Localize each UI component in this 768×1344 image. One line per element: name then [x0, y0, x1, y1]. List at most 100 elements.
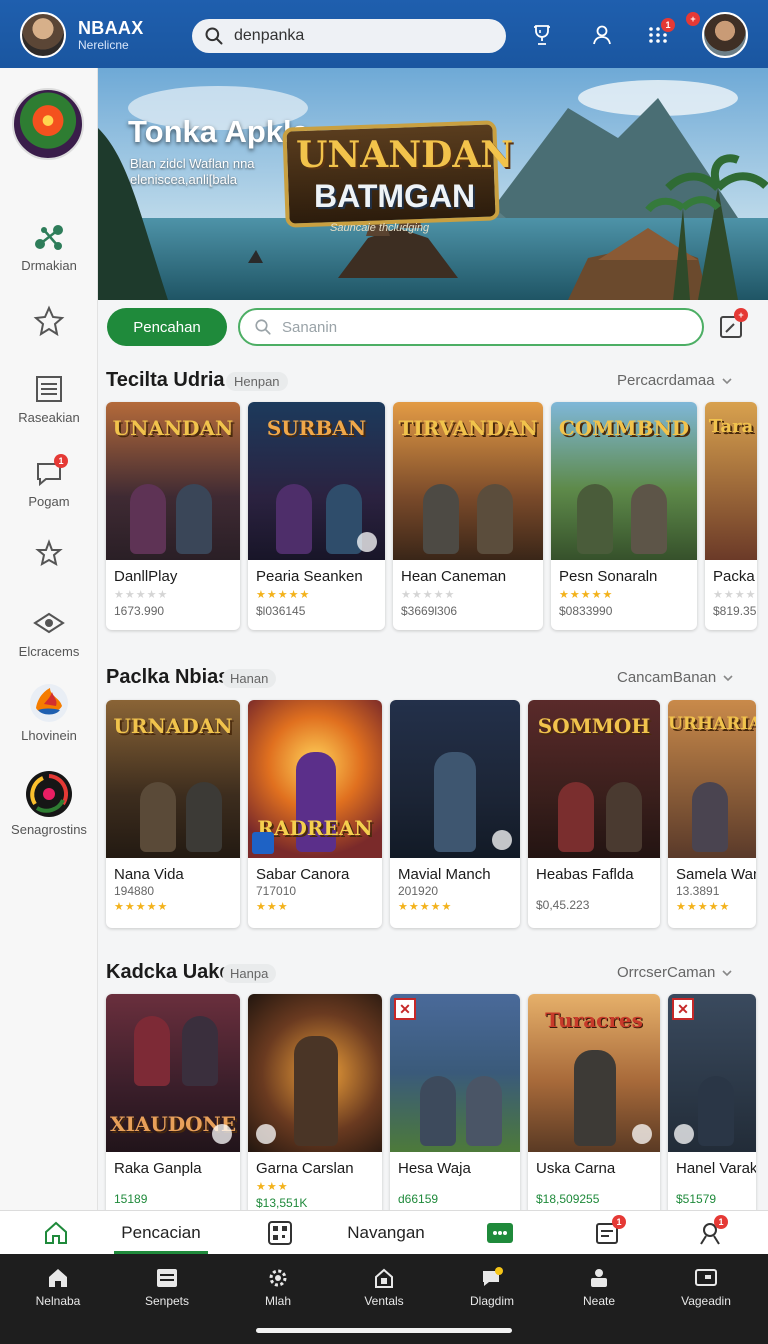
game-card[interactable]: URNADAN Nana Vida 194880 ★★★★★: [106, 700, 240, 928]
section-1-see-more[interactable]: Percacrdamaa: [617, 372, 733, 389]
nav-item-nelnaba[interactable]: Nelnaba: [18, 1266, 98, 1308]
game-card-art-title: TIRVANDAN: [398, 416, 538, 440]
character-figure: [698, 1076, 734, 1146]
gesture-home-indicator[interactable]: [256, 1328, 512, 1333]
trophy-button[interactable]: [527, 20, 557, 50]
profile-button[interactable]: [587, 20, 617, 50]
game-card-stat: $0,45.223: [536, 898, 590, 912]
game-card[interactable]: ✕ Hesa Waja d66159: [390, 994, 520, 1222]
game-card-name: Hanel Varak: [676, 1160, 756, 1177]
rating-stars: ★★★★: [713, 589, 757, 601]
app-root: NBAAX Nerelicne denpanka 1 + Drmakian Ra…: [0, 0, 768, 1344]
sidebar-item-pogam[interactable]: 1 Pogam: [0, 454, 98, 509]
section-2-row: URNADAN Nana Vida 194880 ★★★★★ RADREAN S…: [106, 700, 756, 932]
section-3-tag[interactable]: Hanpa: [222, 964, 277, 983]
game-card-art: XIAUDONE: [106, 994, 240, 1152]
qr-code-icon: [268, 1221, 292, 1245]
game-card[interactable]: RADREAN Sabar Canora 717010 ★★★: [248, 700, 382, 928]
card-action-icon[interactable]: [492, 830, 512, 850]
game-card[interactable]: URHARIA Samela Wanr 13.3891 ★★★★★: [668, 700, 756, 928]
game-card[interactable]: SURBAN Pearia Seanken ★★★★★ $l036145: [248, 402, 385, 630]
character-figure: [420, 1076, 456, 1146]
sidebar-item-label: Pogam: [28, 494, 70, 509]
game-card[interactable]: Tara Packa I ★★★★ $819.352: [705, 402, 757, 630]
tab-messages[interactable]: [484, 1217, 516, 1249]
sidebar-item-pinned[interactable]: [0, 538, 98, 572]
game-card[interactable]: ✕ Hanel Varak $51579: [668, 994, 756, 1222]
tab-pencacian[interactable]: Pencacian: [114, 1217, 208, 1249]
game-card[interactable]: COMMBND Pesn Sonaraln ★★★★★ $0833990: [551, 402, 697, 630]
game-card[interactable]: XIAUDONE Raka Ganpla 15189: [106, 994, 240, 1222]
close-icon[interactable]: ✕: [672, 998, 694, 1020]
sidebar-item-lhovinein[interactable]: Lhovinein: [0, 682, 98, 743]
swirl-logo-icon: [26, 771, 72, 817]
nav-item-neate[interactable]: Neate: [559, 1266, 639, 1308]
flame-logo-icon: [30, 684, 68, 722]
content-search-input[interactable]: Sananin: [238, 308, 704, 346]
sidebar-item-favorites[interactable]: [0, 304, 98, 338]
character-figure: [186, 782, 222, 852]
top-app-bar: NBAAX Nerelicne denpanka 1 +: [0, 0, 768, 68]
banner-title: Tonka Apkla: [128, 114, 309, 149]
tab-notifications[interactable]: 1: [694, 1215, 728, 1249]
tab-navangan[interactable]: Navangan: [340, 1217, 432, 1249]
character-figure: [692, 782, 728, 852]
top-search-bar[interactable]: denpanka: [192, 19, 506, 53]
network-icon: [35, 225, 63, 250]
sidebar-game-logo[interactable]: [12, 88, 84, 160]
game-card[interactable]: Garna Carslan ★★★ $13,551K: [248, 994, 382, 1222]
card-action-icon[interactable]: [674, 1124, 694, 1144]
brand-subtitle: Nerelicne: [78, 38, 129, 52]
section-2-tag[interactable]: Hanan: [222, 669, 277, 688]
nav-item-label: Senpets: [144, 1294, 190, 1308]
game-card-art-title: SOMMOH: [537, 714, 651, 738]
nav-item-mlah[interactable]: Mlah: [238, 1266, 318, 1308]
game-card[interactable]: Turacres Uska Carna $18,509255: [528, 994, 660, 1222]
banner-subtitle-line-2: eleniscea,anli[bala: [130, 172, 237, 187]
game-card[interactable]: SOMMOH Heabas Faflda $0,45.223: [528, 700, 660, 928]
eye-icon: [33, 612, 65, 634]
rating-stars: ★★★★★: [114, 901, 169, 913]
edit-button[interactable]: +: [718, 308, 748, 340]
game-card-name: Pearia Seanken: [256, 568, 363, 585]
apps-menu-button[interactable]: 1: [643, 18, 675, 50]
tab-calendar[interactable]: 1: [590, 1215, 626, 1249]
nav-item-vageadin[interactable]: Vageadin: [666, 1266, 746, 1308]
pencahan-button[interactable]: Pencahan: [107, 308, 227, 346]
hero-banner[interactable]: Tonka Apkla Blan zidcl Waflan nna elenis…: [98, 68, 768, 300]
game-card-art-title: Tara: [708, 416, 754, 437]
game-card-stat: 1673.990: [114, 604, 165, 618]
nav-item-senpets[interactable]: Senpets: [127, 1266, 207, 1308]
search-icon: [255, 319, 271, 335]
sidebar-item-elcracems[interactable]: Elcracems: [0, 606, 98, 659]
game-card-name: Pesn Sonaraln: [559, 568, 658, 585]
list-icon: [36, 376, 62, 402]
sidebar-item-drmakian[interactable]: Drmakian: [0, 220, 98, 273]
character-figure: [182, 1016, 218, 1086]
nav-item-ventals[interactable]: Ventals: [344, 1266, 424, 1308]
section-3-title: Kadcka Uake: [106, 961, 231, 983]
nav-item-dlagdim[interactable]: Dlagdim: [452, 1266, 532, 1308]
section-2-see-more[interactable]: CancamBanan: [617, 669, 734, 686]
character-figure: [176, 484, 212, 554]
sidebar-item-raseakian[interactable]: Raseakian: [0, 372, 98, 425]
card-action-icon[interactable]: [212, 1124, 232, 1144]
game-card-stat: 717010: [256, 884, 297, 898]
tab-qr[interactable]: [262, 1217, 298, 1249]
section-3-see-more[interactable]: OrrcserCaman: [617, 964, 733, 981]
card-action-icon[interactable]: [632, 1124, 652, 1144]
game-card-art: ✕: [390, 994, 520, 1152]
brand-avatar[interactable]: [20, 12, 66, 58]
game-card[interactable]: Mavial Manch 201920 ★★★★★: [390, 700, 520, 928]
sidebar-item-senagrostins[interactable]: Senagrostins: [0, 770, 98, 837]
close-icon[interactable]: ✕: [394, 998, 416, 1020]
user-avatar[interactable]: [702, 12, 748, 58]
content-search-placeholder: Sananin: [282, 318, 338, 336]
section-1-tag[interactable]: Henpan: [226, 372, 288, 391]
card-action-icon[interactable]: [357, 532, 377, 552]
card-action-icon[interactable]: [256, 1124, 276, 1144]
game-card[interactable]: TIRVANDAN Hean Caneman ★★★★★ $3669l306: [393, 402, 543, 630]
game-card[interactable]: UNANDAN DanllPlay ★★★★★ 1673.990: [106, 402, 240, 630]
home-icon: [45, 1221, 67, 1244]
tab-home[interactable]: [36, 1217, 76, 1249]
